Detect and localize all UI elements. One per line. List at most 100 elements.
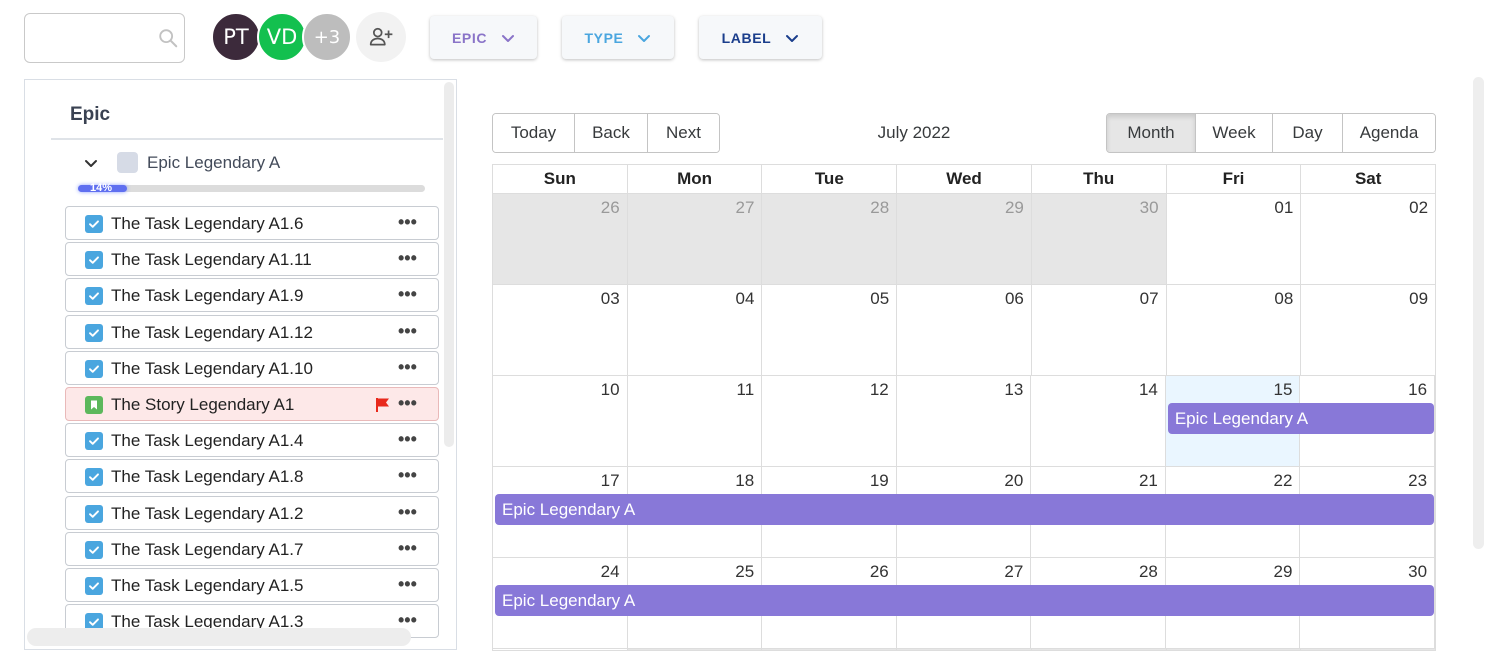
epic-group-header[interactable]: Epic Legendary A xyxy=(83,152,280,173)
more-options-icon[interactable]: ••• xyxy=(398,465,417,486)
day-cell[interactable]: 30 xyxy=(1031,194,1167,284)
day-number[interactable]: 26 xyxy=(601,198,620,218)
label-filter-dropdown[interactable]: LABEL xyxy=(699,16,822,59)
day-view-button[interactable]: Day xyxy=(1273,114,1343,152)
avatar[interactable]: VD xyxy=(257,12,307,62)
day-number[interactable]: 25 xyxy=(735,562,754,582)
calendar-event[interactable]: Epic Legendary A xyxy=(495,494,1434,525)
task-item[interactable]: The Task Legendary A1.7 ••• xyxy=(65,531,439,566)
more-options-icon[interactable]: ••• xyxy=(398,393,417,414)
epic-filter-dropdown[interactable]: EPIC xyxy=(430,16,537,59)
task-item[interactable]: The Task Legendary A1.2 ••• xyxy=(65,495,439,530)
day-number[interactable]: 02 xyxy=(1409,198,1428,218)
day-number[interactable]: 21 xyxy=(1139,471,1158,491)
more-options-icon[interactable]: ••• xyxy=(398,248,417,269)
day-number[interactable]: 16 xyxy=(1408,380,1427,400)
day-number[interactable]: 09 xyxy=(1409,289,1428,309)
day-number[interactable]: 14 xyxy=(1139,380,1158,400)
flag-icon[interactable] xyxy=(374,396,392,414)
sidebar-horizontal-scrollbar[interactable] xyxy=(27,628,411,646)
day-number[interactable]: 03 xyxy=(601,289,620,309)
day-number[interactable]: 30 xyxy=(1140,198,1159,218)
day-cell[interactable]: 29 xyxy=(897,194,1032,284)
chevron-down-icon[interactable] xyxy=(83,155,99,171)
story-item[interactable]: The Story Legendary A1 ••• xyxy=(65,386,439,421)
day-number[interactable]: 29 xyxy=(1274,562,1293,582)
more-options-icon[interactable]: ••• xyxy=(398,357,417,378)
day-number[interactable]: 26 xyxy=(870,562,889,582)
day-cell[interactable]: 07 xyxy=(1032,285,1167,375)
calendar-event[interactable]: Epic Legendary A xyxy=(1167,403,1434,434)
calendar-event[interactable]: Epic Legendary A xyxy=(495,585,1434,616)
day-cell[interactable]: 06 xyxy=(897,285,1032,375)
day-cell[interactable]: 01 xyxy=(1167,194,1302,284)
day-cell[interactable] xyxy=(762,649,898,650)
sidebar-vertical-scrollbar[interactable] xyxy=(444,82,454,447)
search-input[interactable] xyxy=(24,13,185,63)
day-cell[interactable]: 04 xyxy=(628,285,763,375)
more-options-icon[interactable]: ••• xyxy=(398,321,417,342)
day-number[interactable]: 12 xyxy=(870,380,889,400)
day-cell[interactable]: 13 xyxy=(897,376,1032,466)
day-cell[interactable] xyxy=(1301,649,1435,650)
day-number[interactable]: 19 xyxy=(870,471,889,491)
more-options-icon[interactable]: ••• xyxy=(398,574,417,595)
day-number[interactable]: 11 xyxy=(737,380,755,400)
day-cell[interactable]: 28 xyxy=(762,194,898,284)
month-view-button[interactable]: Month xyxy=(1107,114,1196,152)
agenda-view-button[interactable]: Agenda xyxy=(1343,114,1435,152)
day-number[interactable]: 17 xyxy=(601,471,620,491)
day-cell[interactable]: 14 xyxy=(1031,376,1166,466)
task-item[interactable]: The Task Legendary A1.4 ••• xyxy=(65,423,439,458)
more-members-badge[interactable]: +3 xyxy=(302,12,352,62)
day-cell[interactable]: 10 xyxy=(493,376,628,466)
day-number[interactable]: 27 xyxy=(1004,562,1023,582)
avatar[interactable]: PT xyxy=(211,12,261,62)
day-number[interactable]: 29 xyxy=(1005,198,1024,218)
day-cell[interactable]: 12 xyxy=(762,376,897,466)
more-options-icon[interactable]: ••• xyxy=(398,429,417,450)
day-cell[interactable] xyxy=(1031,649,1167,650)
task-item[interactable]: The Task Legendary A1.10 ••• xyxy=(65,350,439,385)
task-item[interactable]: The Task Legendary A1.11 ••• xyxy=(65,242,439,277)
day-number[interactable]: 05 xyxy=(870,289,889,309)
day-cell[interactable]: 26 xyxy=(493,194,628,284)
day-number[interactable]: 01 xyxy=(1274,198,1293,218)
more-options-icon[interactable]: ••• xyxy=(398,538,417,559)
day-cell[interactable]: 02 xyxy=(1301,194,1435,284)
day-number[interactable]: 10 xyxy=(601,380,620,400)
day-cell[interactable] xyxy=(493,649,628,650)
day-number[interactable]: 15 xyxy=(1274,380,1293,400)
task-item[interactable]: The Task Legendary A1.8 ••• xyxy=(65,459,439,494)
day-number[interactable]: 04 xyxy=(736,289,755,309)
task-item[interactable]: The Task Legendary A1.5 ••• xyxy=(65,567,439,602)
day-number[interactable]: 07 xyxy=(1140,289,1159,309)
more-options-icon[interactable]: ••• xyxy=(398,284,417,305)
day-cell[interactable]: 09 xyxy=(1301,285,1435,375)
type-filter-dropdown[interactable]: TYPE xyxy=(562,16,674,59)
day-number[interactable]: 22 xyxy=(1274,471,1293,491)
day-number[interactable]: 18 xyxy=(735,471,754,491)
day-number[interactable]: 13 xyxy=(1004,380,1023,400)
more-options-icon[interactable]: ••• xyxy=(398,212,417,233)
day-number[interactable]: 08 xyxy=(1274,289,1293,309)
day-cell[interactable]: 05 xyxy=(762,285,898,375)
day-number[interactable]: 20 xyxy=(1004,471,1023,491)
day-number[interactable]: 27 xyxy=(736,198,755,218)
task-item[interactable]: The Task Legendary A1.12 ••• xyxy=(65,314,439,349)
day-cell[interactable]: 27 xyxy=(627,194,763,284)
task-item[interactable]: The Task Legendary A1.6 ••• xyxy=(65,206,439,240)
day-cell[interactable]: 03 xyxy=(493,285,628,375)
day-number[interactable]: 24 xyxy=(601,562,620,582)
day-cell[interactable]: 11 xyxy=(628,376,763,466)
add-member-button[interactable] xyxy=(356,12,406,62)
day-number[interactable]: 28 xyxy=(870,198,889,218)
day-number[interactable]: 06 xyxy=(1005,289,1024,309)
day-number[interactable]: 30 xyxy=(1408,562,1427,582)
more-options-icon[interactable]: ••• xyxy=(398,502,417,523)
day-cell[interactable]: 08 xyxy=(1167,285,1302,375)
task-item[interactable]: The Task Legendary A1.9 ••• xyxy=(65,278,439,313)
day-cell[interactable] xyxy=(897,649,1032,650)
day-number[interactable]: 28 xyxy=(1139,562,1158,582)
day-number[interactable]: 23 xyxy=(1408,471,1427,491)
